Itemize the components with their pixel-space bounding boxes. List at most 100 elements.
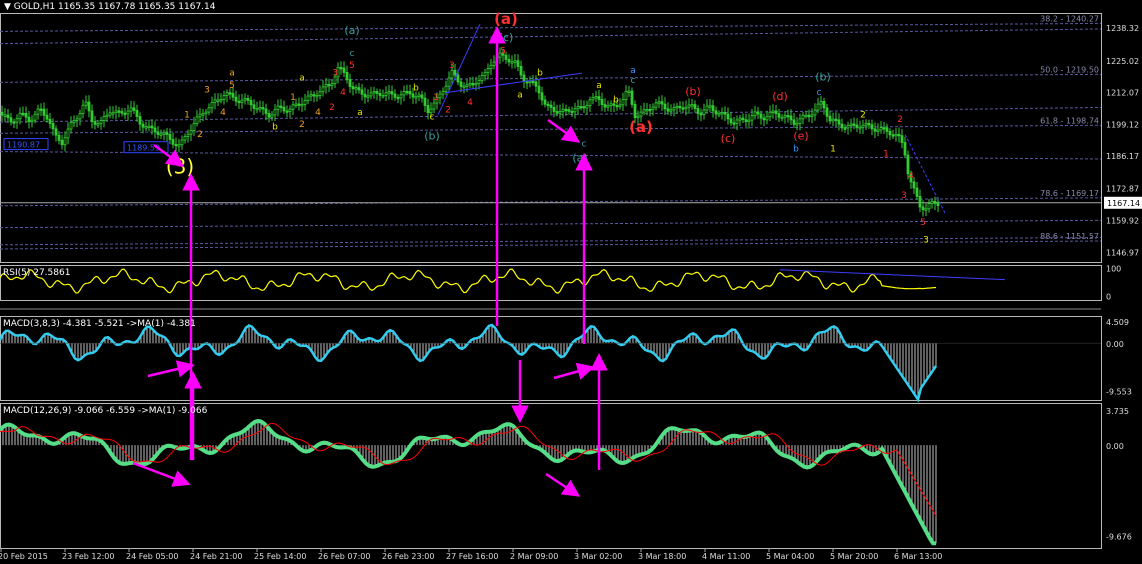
candle-body <box>807 114 811 118</box>
candle-body <box>699 113 703 116</box>
chart-canvas[interactable]: 38.2 - 1240.27 50.0 - 1219.50 61.8 - 1198.… <box>0 0 1142 561</box>
candle-body <box>324 84 328 88</box>
candle-body <box>93 121 97 125</box>
wave-label: (a) <box>572 151 587 164</box>
candle-body <box>846 125 850 129</box>
channel-line <box>0 28 1102 45</box>
candle-body <box>399 94 403 99</box>
candle-body <box>195 116 199 124</box>
wave-label: 4 <box>220 108 226 118</box>
candle-body <box>132 107 136 111</box>
candle-body <box>261 107 265 110</box>
x-tick-label: 26 Feb 23:00 <box>382 552 434 560</box>
candle-body <box>63 137 67 146</box>
candle-body <box>465 84 469 87</box>
candle-body <box>42 108 46 116</box>
candle-body <box>345 71 349 80</box>
wave-label: 4 <box>315 108 321 118</box>
x-tick-label: 3 Mar 18:00 <box>638 552 686 560</box>
candle-body <box>753 111 757 117</box>
candle-body <box>159 133 163 136</box>
candle-body <box>567 109 571 112</box>
candle-body <box>876 129 880 132</box>
candle-body <box>570 110 574 114</box>
candle-body <box>192 122 196 131</box>
candle-body <box>267 112 271 118</box>
candle-body <box>705 105 709 111</box>
wave-label: 5 <box>349 61 355 71</box>
y-tick-label: 1146.97 <box>1106 248 1139 257</box>
candle-body <box>738 117 742 121</box>
y-tick-label: 4.509 <box>1106 318 1129 327</box>
candle-body <box>213 99 217 103</box>
candle-body <box>744 119 748 123</box>
candle-body <box>45 114 49 120</box>
candle-body <box>657 101 661 104</box>
symbol-header: ▼ GOLD,H1 1165.35 1167.78 1165.35 1167.1… <box>4 2 215 12</box>
fib-line <box>0 73 1102 83</box>
candle-body <box>393 93 397 98</box>
candle-body <box>537 85 541 94</box>
candle-body <box>363 93 367 98</box>
price-panel <box>0 13 1102 263</box>
candle-body <box>861 124 865 128</box>
candle-body <box>741 117 745 121</box>
candle-body <box>432 102 436 110</box>
y-tick-label: 3.735 <box>1106 407 1129 416</box>
candle-body <box>624 91 628 100</box>
candle-body <box>864 122 868 126</box>
current-price-label: 1167.14 <box>1107 199 1140 208</box>
y-tick-label: 1238.32 <box>1106 24 1139 33</box>
x-tick-label: 5 Mar 04:00 <box>766 552 814 560</box>
wave-label: a <box>357 108 363 118</box>
candle-body <box>423 97 427 106</box>
candle-body <box>444 85 448 92</box>
candle-body <box>633 103 637 118</box>
candle-body <box>534 81 538 87</box>
rsi-header: RSI(5) 27.5861 <box>3 268 71 278</box>
candle-body <box>573 108 577 113</box>
candle-body <box>462 85 466 89</box>
candle-body <box>102 116 106 121</box>
y-tick-label: 0 <box>1106 293 1111 302</box>
candle-body <box>258 107 262 110</box>
candle-body <box>810 114 814 117</box>
candle-body <box>678 105 682 109</box>
candle-body <box>681 107 685 110</box>
candle-body <box>183 136 187 141</box>
macd-fast-header: MACD(3,8,3) -4.381 -5.521 ->MA(1) -4.381 <box>3 319 196 329</box>
candle-body <box>798 118 802 124</box>
candle-body <box>309 94 313 97</box>
candle-body <box>936 203 940 207</box>
candle-body <box>606 105 610 108</box>
signal-line <box>0 422 937 517</box>
candle-body <box>768 111 772 118</box>
candle-body <box>651 106 655 111</box>
x-tick-label: 4 Mar 11:00 <box>702 552 750 560</box>
candle-body <box>756 111 760 115</box>
channel-line <box>0 219 1102 229</box>
candle-body <box>24 112 28 118</box>
candle-body <box>582 106 586 109</box>
candle-body <box>81 104 85 115</box>
annotation-arrow <box>553 362 595 380</box>
wave-label: 1 <box>290 93 296 103</box>
candle-body <box>849 123 853 126</box>
candle-body <box>201 113 205 116</box>
candle-body <box>555 111 559 114</box>
y-tick-label: 1172.87 <box>1106 185 1139 194</box>
wave-label: b <box>537 69 543 79</box>
candle-body <box>99 120 103 125</box>
wave-label: 2 <box>329 103 335 113</box>
candle-body <box>33 113 37 121</box>
wave-label: 2 <box>197 130 203 140</box>
candle-body <box>150 125 154 129</box>
dropdown-icon[interactable]: ▼ <box>4 2 11 12</box>
candle-body <box>552 106 556 112</box>
candle-body <box>87 101 91 112</box>
candle-body <box>486 68 490 74</box>
candle-body <box>675 105 679 109</box>
candle-body <box>408 91 412 95</box>
candle-body <box>786 115 790 118</box>
wave-label: 3 <box>204 86 210 96</box>
